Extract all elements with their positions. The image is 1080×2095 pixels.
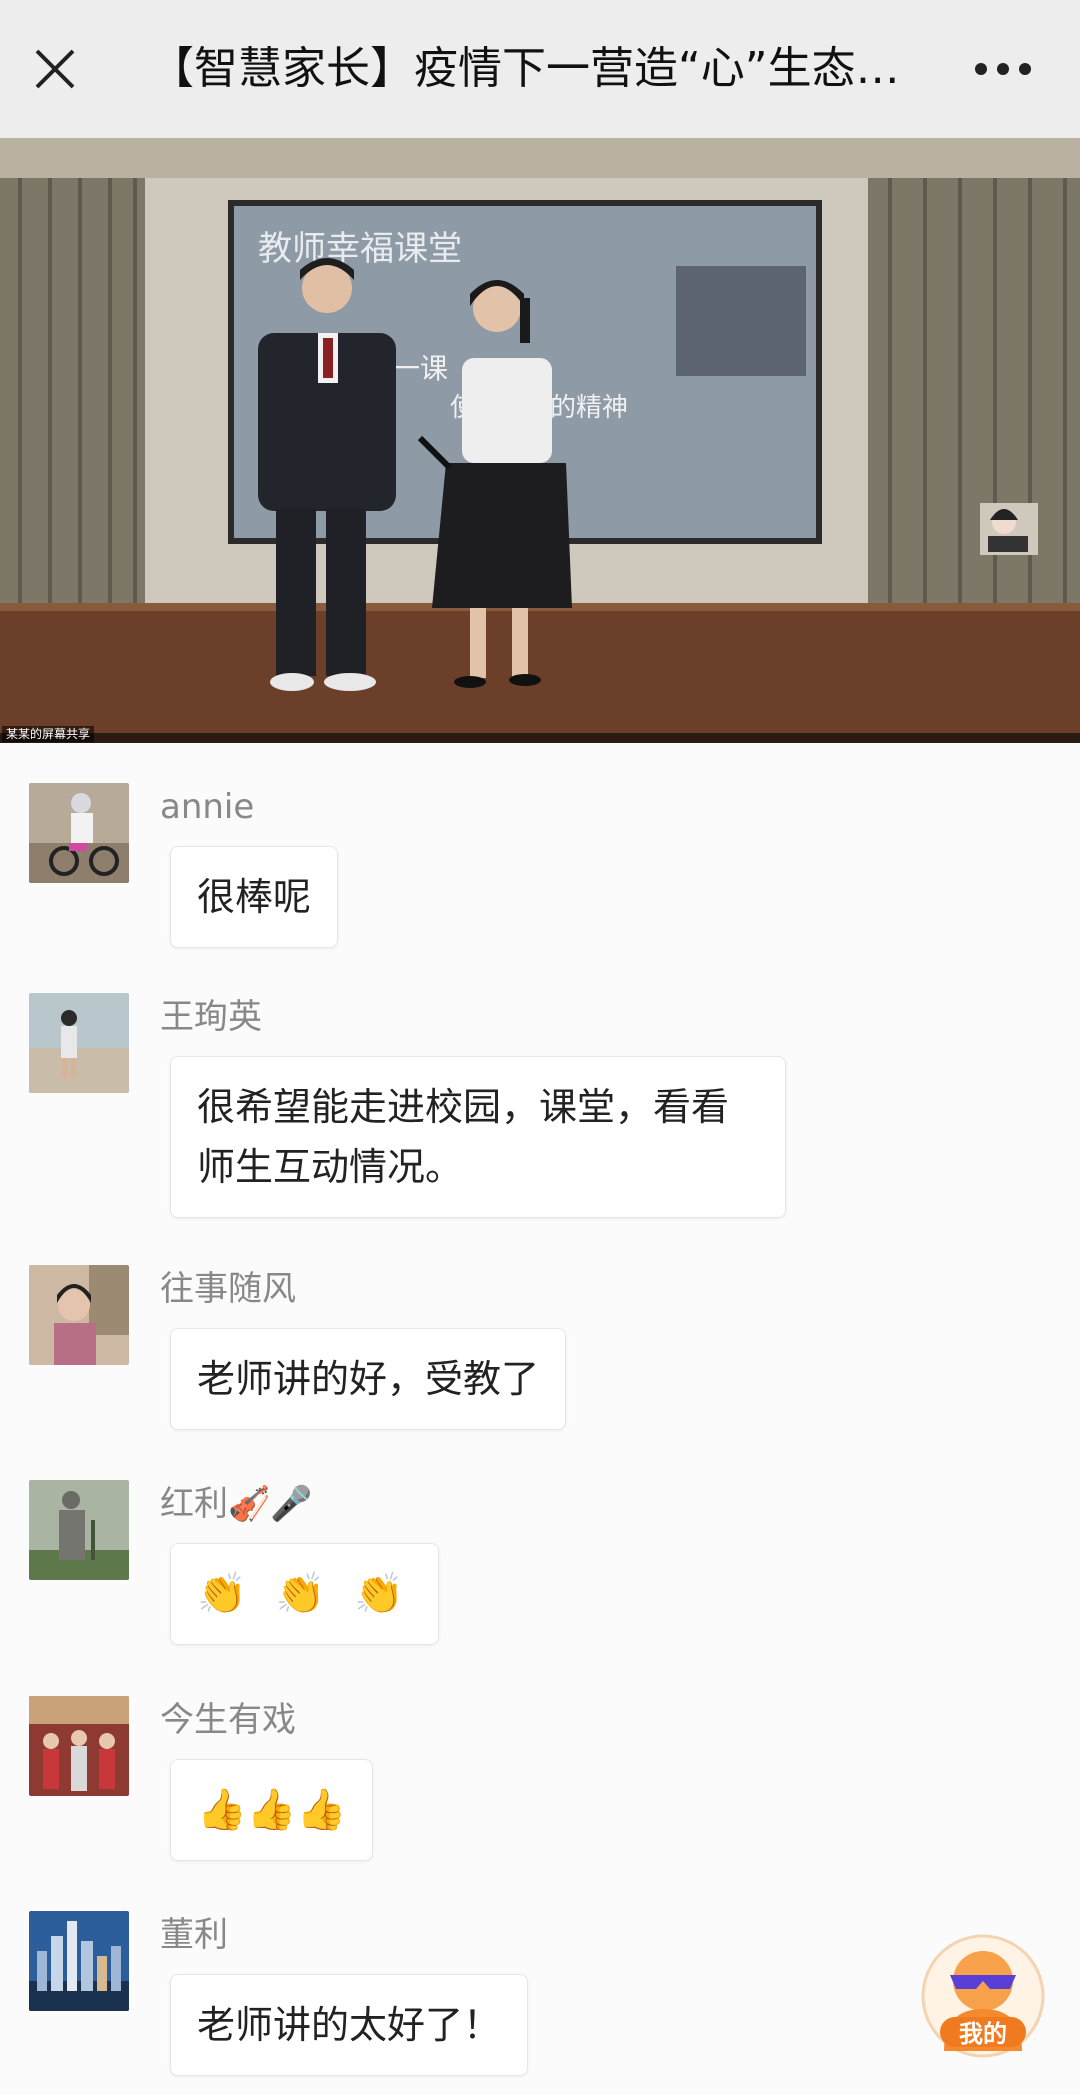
comment-author: 今生有戏 (160, 1700, 296, 1740)
comment-author: 红利🎻🎤 (160, 1484, 313, 1524)
video-player[interactable]: 教师幸福课堂 一课 使命 的精神 (0, 138, 1080, 743)
screen-title-text: 教师幸福课堂 (258, 229, 462, 269)
avatar[interactable] (29, 1480, 129, 1580)
comment-author: 王珣英 (160, 997, 262, 1037)
comment-author: 往事随风 (160, 1269, 296, 1309)
more-button[interactable] (968, 44, 1038, 94)
top-bar: 【智慧家长】疫情下一营造“心”生态… (0, 0, 1080, 138)
avatar[interactable] (29, 1911, 129, 2011)
comment-text: 老师讲的好，受教了 (170, 1328, 567, 1430)
comment-text: 很希望能走进校园，课堂，看看 师生互动情况。 (170, 1056, 786, 1218)
comment-text-line: 师生互动情况。 (197, 1145, 464, 1189)
comment-author: 董利 (160, 1915, 228, 1955)
comment-text-line: 很希望能走进校园，课堂，看看 (197, 1085, 730, 1129)
avatar-statue-icon (29, 1480, 129, 1580)
avatar-cyclist-icon (29, 783, 129, 883)
screen-line3-text: 的精神 (550, 393, 628, 423)
mine-button-label: 我的 (959, 2020, 1007, 2048)
mine-button[interactable]: 我的 (920, 1933, 1046, 2059)
screen-share-label: 某某的屏幕共享 (2, 726, 95, 742)
avatar[interactable] (29, 783, 129, 883)
avatar[interactable] (29, 993, 129, 1093)
comment-text: 很棒呢 (170, 846, 339, 948)
page-title: 【智慧家长】疫情下一营造“心”生态… (150, 43, 900, 94)
avatar[interactable] (29, 1265, 129, 1365)
more-dots-icon (975, 63, 1031, 75)
close-icon (35, 49, 75, 89)
comment-text: 老师讲的太好了！ (170, 1974, 529, 2076)
avatar-group-icon (29, 1696, 129, 1796)
stage-scene: 教师幸福课堂 一课 使命 的精神 (0, 138, 1080, 743)
comment-author: annie (160, 787, 255, 827)
avatar-city-icon (29, 1911, 129, 2011)
close-button[interactable] (28, 38, 82, 100)
comment-text: 👏 👏 👏 (170, 1543, 439, 1645)
avatar[interactable] (29, 1696, 129, 1796)
screen-line1-text: 一课 (392, 352, 448, 385)
comment-text: 👍👍👍 (170, 1759, 374, 1861)
avatar-beach-icon (29, 993, 129, 1093)
avatar-girl-icon (29, 1265, 129, 1365)
